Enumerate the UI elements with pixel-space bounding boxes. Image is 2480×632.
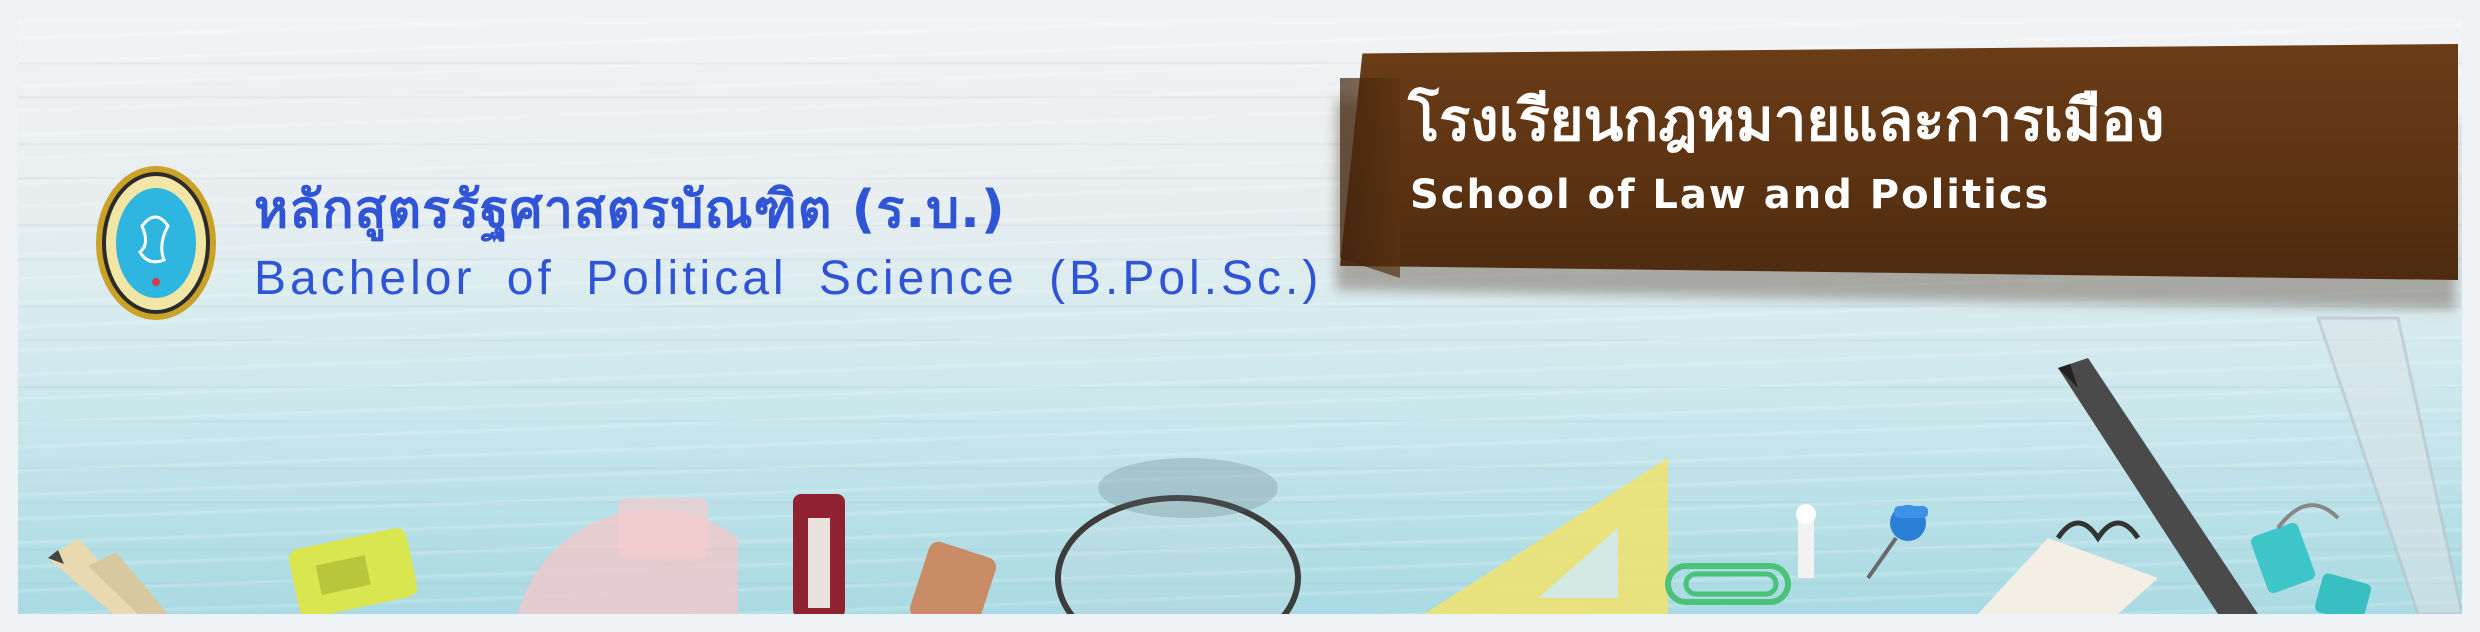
sharpener-icon bbox=[288, 528, 418, 614]
utility-knife-icon bbox=[793, 494, 845, 614]
university-seal-icon bbox=[96, 166, 216, 320]
eraser-icon bbox=[909, 541, 997, 614]
header-banner: หลักสูตรรัฐศาสตรบัณฑิต (ร.บ.) Bachelor o… bbox=[18, 18, 2462, 614]
subject-title-english: Bachelor of Political Science (B.Pol.Sc.… bbox=[254, 252, 1323, 305]
notebook-icon bbox=[1978, 520, 2158, 614]
school-name-plaque bbox=[1340, 44, 2458, 280]
push-pin-icon bbox=[1796, 504, 1816, 578]
school-name-english: School of Law and Politics bbox=[1410, 172, 2051, 218]
pencil-icon bbox=[48, 538, 168, 614]
subject-title-block: หลักสูตรรัฐศาสตรบัณฑิต (ร.บ.) Bachelor o… bbox=[254, 178, 1322, 310]
push-pin-icon bbox=[1866, 505, 1928, 580]
set-square-icon bbox=[1424, 458, 1668, 614]
plaque-fold bbox=[1340, 78, 1400, 278]
subject-title-thai: หลักสูตรรัฐศาสตรบัณฑิต (ร.บ.) bbox=[254, 180, 1006, 240]
school-name-thai: โรงเรียนกฎหมายและการเมือง bbox=[1408, 86, 2165, 154]
binder-clip-icon bbox=[2250, 503, 2371, 614]
paper-clip-icon bbox=[1665, 563, 1791, 605]
protractor-icon bbox=[518, 498, 738, 614]
magnifying-glass-icon bbox=[1055, 458, 1301, 614]
ruler-icon bbox=[2315, 316, 2462, 614]
